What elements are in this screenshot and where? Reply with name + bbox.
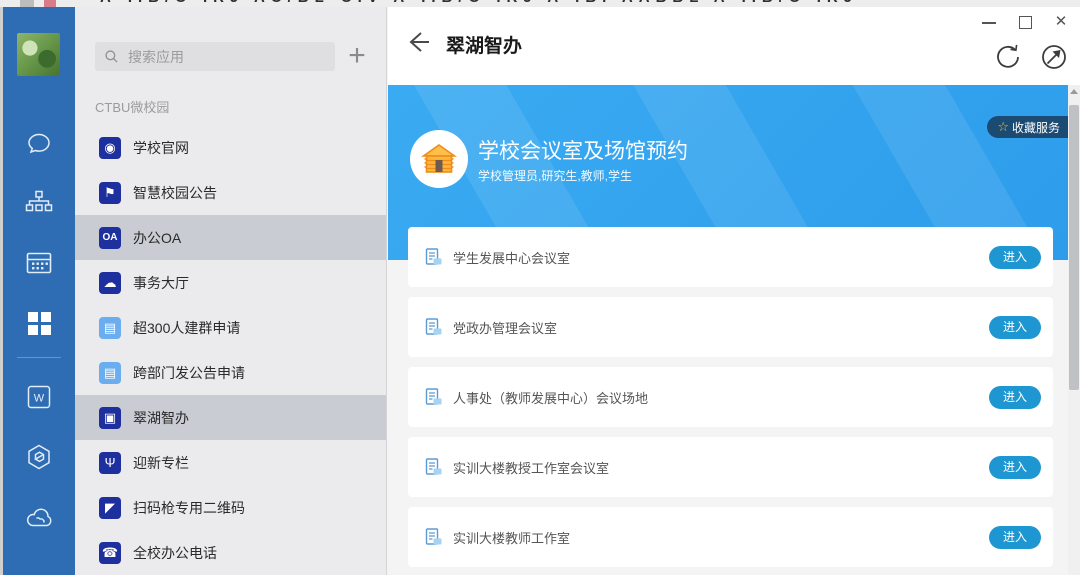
room-doc-icon: [424, 247, 444, 267]
room-doc-icon: [424, 317, 444, 337]
room-doc-icon: [424, 457, 444, 477]
app-item-cuihu-zhiban[interactable]: ▣ 翠湖智办: [75, 395, 386, 440]
oa-icon: OA: [99, 227, 121, 249]
room-card: 实训大楼教授工作室会议室 进入: [408, 437, 1053, 497]
room-doc-icon: [424, 387, 444, 407]
enter-button[interactable]: 进入: [989, 386, 1041, 409]
maximize-icon[interactable]: [1018, 15, 1032, 29]
app-item-office-phone[interactable]: ☎ 全校办公电话: [75, 530, 386, 575]
enter-button[interactable]: 进入: [989, 526, 1041, 549]
room-card: 人事处（教师发展中心）会议场地 进入: [408, 367, 1053, 427]
app-item-school-website[interactable]: ◉ 学校官网: [75, 125, 386, 170]
content-scrollbar[interactable]: [1068, 85, 1080, 575]
scroll-up-arrow-icon[interactable]: [1070, 89, 1078, 94]
clipboard-icon: ▤: [99, 317, 121, 339]
contacts-icon[interactable]: [24, 188, 54, 218]
back-icon[interactable]: [405, 29, 431, 55]
service-page: 学校会议室及场馆预约 学校管理员,研究生,教师,学生 ☆ 收藏服务 学生发展中心…: [388, 85, 1068, 575]
cabin-icon: [421, 141, 457, 177]
room-card: 实训大楼教师工作室 进入: [408, 507, 1053, 567]
refresh-icon[interactable]: [992, 41, 1024, 73]
search-input[interactable]: [128, 49, 318, 65]
apps-panel: + CTBU微校园 ◉ 学校官网 ⚑ 智慧校园公告 OA 办公OA ☁ 事务大厅…: [75, 7, 387, 575]
room-card: 学生发展中心会议室 进入: [408, 227, 1053, 287]
app-item-campus-announcements[interactable]: ⚑ 智慧校园公告: [75, 170, 386, 215]
page-title: 翠湖智办: [446, 31, 522, 58]
workbench-icon[interactable]: [24, 308, 54, 338]
app-item-freshman-column[interactable]: Ψ 迎新专栏: [75, 440, 386, 485]
app-item-scanner-qrcode[interactable]: ◤ 扫码枪专用二维码: [75, 485, 386, 530]
app-item-office-oa[interactable]: OA 办公OA: [75, 215, 386, 260]
nav-rail: W: [3, 7, 75, 575]
enter-button[interactable]: 进入: [989, 246, 1041, 269]
drive-icon[interactable]: [24, 442, 54, 472]
rail-divider: [17, 357, 61, 358]
window-behind-clipped-text: A-IIB/C-IRJ AC/BL-CIV A-IIB/C-IRJ A-IBI …: [100, 0, 858, 6]
service-logo: [410, 130, 468, 188]
favorite-service-button[interactable]: ☆ 收藏服务: [987, 116, 1068, 138]
window-behind-strip: A-IIB/C-IRJ AC/BL-CIV A-IIB/C-IRJ A-IBI …: [0, 0, 1080, 7]
school-emblem-icon: ◉: [99, 137, 121, 159]
svg-text:W: W: [34, 393, 45, 405]
meeting-phone-icon[interactable]: [24, 502, 54, 532]
app-item-affairs-hall[interactable]: ☁ 事务大厅: [75, 260, 386, 305]
banner-audience: 学校管理员,研究生,教师,学生: [478, 167, 632, 184]
chat-icon[interactable]: [24, 129, 54, 159]
tablet-icon: ▣: [99, 407, 121, 429]
user-avatar[interactable]: [17, 33, 60, 76]
docs-icon[interactable]: W: [24, 382, 54, 412]
enter-button[interactable]: 进入: [989, 456, 1041, 479]
minimize-icon[interactable]: [982, 15, 996, 29]
announcement-icon: ⚑: [99, 182, 121, 204]
add-app-button[interactable]: +: [342, 42, 372, 72]
app-list: ◉ 学校官网 ⚑ 智慧校园公告 OA 办公OA ☁ 事务大厅 ▤ 超300人建群…: [75, 125, 386, 575]
sprout-icon: Ψ: [99, 452, 121, 474]
close-icon[interactable]: ✕: [1054, 15, 1068, 29]
window-behind-artifact: [20, 0, 34, 7]
header-tools: [992, 41, 1070, 73]
star-icon: ☆: [997, 119, 1009, 135]
main-header: 翠湖智办 ✕: [388, 7, 1080, 85]
enter-button[interactable]: 进入: [989, 316, 1041, 339]
room-card: 党政办管理会议室 进入: [408, 297, 1053, 357]
banner-title: 学校会议室及场馆预约: [478, 135, 688, 165]
window-behind-artifact: [44, 0, 56, 7]
cloud-hall-icon: ☁: [99, 272, 121, 294]
scrollbar-thumb[interactable]: [1069, 105, 1079, 390]
window-controls: ✕: [982, 11, 1068, 33]
app-item-crossdept-announcement[interactable]: ▤ 跨部门发公告申请: [75, 350, 386, 395]
phone-icon: ☎: [99, 542, 121, 564]
open-in-browser-icon[interactable]: [1038, 41, 1070, 73]
search-icon: [104, 49, 119, 64]
app-search-box[interactable]: [95, 42, 335, 71]
apps-section-label: CTBU微校园: [95, 97, 169, 116]
calendar-icon[interactable]: [24, 248, 54, 278]
room-doc-icon: [424, 527, 444, 547]
clipboard-icon: ▤: [99, 362, 121, 384]
app-item-group-application[interactable]: ▤ 超300人建群申请: [75, 305, 386, 350]
scanner-icon: ◤: [99, 497, 121, 519]
